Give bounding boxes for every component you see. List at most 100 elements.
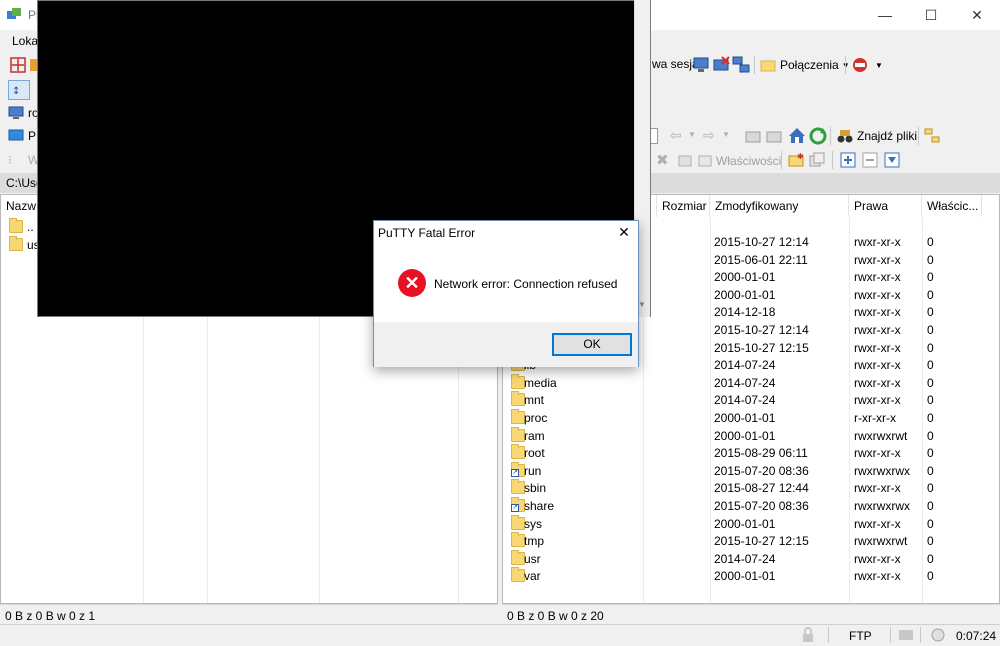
- table-row[interactable]: ram 2000-01-01 rwxrwxrwt 0: [503, 426, 999, 446]
- select-all-icon[interactable]: [840, 152, 856, 171]
- file-owner: 0: [927, 270, 934, 285]
- file-owner: 0: [927, 411, 934, 425]
- file-modified: 2014-07-24: [714, 375, 776, 390]
- refresh-icon[interactable]: [809, 127, 827, 148]
- properties-button[interactable]: Właściwości: [698, 153, 781, 169]
- dialog-message: Network error: Connection refused: [434, 277, 618, 291]
- new-folder-icon[interactable]: ✱: [788, 152, 804, 171]
- folder-icon: [511, 409, 525, 424]
- remote-col-owner[interactable]: Właścic...: [922, 195, 982, 217]
- close-button[interactable]: ✕: [954, 0, 1000, 30]
- folder-icon: [511, 567, 525, 583]
- remote-col-size-label: Rozmiar: [662, 199, 707, 213]
- file-owner: 0: [927, 305, 934, 320]
- find-files-button[interactable]: Znajdź pliki: [837, 128, 917, 144]
- file-rights: rwxrwxrwx: [854, 463, 910, 478]
- file-modified: 2015-10-27 12:14: [714, 235, 809, 249]
- file-name: ram: [524, 428, 545, 443]
- file-modified: 2015-10-27 12:15: [714, 340, 809, 355]
- file-rights: rwxrwxrwt: [854, 534, 908, 549]
- home-icon[interactable]: [788, 127, 806, 148]
- scroll-down-icon[interactable]: ▼: [638, 300, 646, 309]
- table-row[interactable]: sys 2000-01-01 rwxr-xr-x 0: [503, 514, 999, 534]
- remote-status-bar: 0 B z 0 B w 0 z 20: [502, 604, 1000, 624]
- tree-view-icon[interactable]: [924, 128, 940, 147]
- delete-icon[interactable]: ✖: [656, 151, 669, 169]
- file-modified: 2014-07-24: [714, 393, 776, 408]
- table-row[interactable]: ↗ share 2015-07-20 08:36 rwxrwxrwx 0: [503, 497, 999, 516]
- table-row[interactable]: sbin 2015-08-27 12:44 rwxr-xr-x 0: [503, 479, 999, 498]
- forward-dropdown-icon[interactable]: ▼: [722, 130, 730, 139]
- remote-col-rights[interactable]: Prawa: [849, 195, 922, 217]
- unselect-icon[interactable]: [862, 152, 878, 171]
- dialog-close-button[interactable]: ✕: [616, 224, 632, 240]
- folder-icon: [511, 391, 525, 407]
- copy-files-icon[interactable]: [809, 152, 825, 171]
- parent-dir-icon[interactable]: [745, 128, 761, 147]
- file-name: media: [524, 375, 557, 390]
- table-row[interactable]: var 2000-01-01 rwxr-xr-x 0: [503, 567, 999, 586]
- file-modified: 2000-01-01: [714, 569, 776, 584]
- file-owner: 0: [927, 481, 934, 496]
- computer-icon[interactable]: [692, 56, 710, 77]
- remote-col-owner-label: Właścic...: [927, 199, 979, 213]
- table-row[interactable]: mnt 2014-07-24 rwxr-xr-x 0: [503, 391, 999, 410]
- filter-icon[interactable]: [884, 152, 900, 171]
- back-arrow-icon[interactable]: ⇦: [670, 127, 682, 144]
- file-owner: 0: [927, 569, 934, 584]
- folder-icon: [511, 479, 525, 495]
- local-menu[interactable]: Loka: [12, 34, 38, 48]
- file-rights: rwxr-xr-x: [854, 358, 901, 373]
- rename-icon[interactable]: [677, 152, 693, 171]
- file-owner: 0: [927, 516, 934, 531]
- bottom-status-bar: FTP 0:07:24: [0, 624, 1000, 644]
- svg-text:↕: ↕: [12, 86, 20, 97]
- compare-dirs-icon[interactable]: ↕: [8, 80, 30, 100]
- forward-arrow-icon[interactable]: ⇨: [703, 127, 715, 144]
- folder-icon: [511, 514, 525, 530]
- ok-button[interactable]: OK: [552, 333, 632, 356]
- file-name: share: [524, 499, 555, 513]
- remote-col-modified[interactable]: Zmodyfikowany: [710, 195, 849, 217]
- clock-icon: [930, 627, 946, 646]
- file-owner: 0: [927, 252, 934, 267]
- toolbar-separator: [845, 56, 846, 74]
- file-name: ..: [27, 220, 34, 234]
- file-owner: 0: [927, 551, 934, 566]
- table-row[interactable]: ↗ run 2015-07-20 08:36 rwxrwxrwx 0: [503, 461, 999, 481]
- status-separator: [828, 627, 829, 643]
- transfer-settings-button[interactable]: ▼: [852, 57, 883, 73]
- file-rights: r-xr-xr-x: [854, 411, 896, 425]
- file-owner: 0: [927, 463, 934, 478]
- local-col-name-label: Nazw: [6, 199, 37, 213]
- file-modified: 2000-01-01: [714, 411, 776, 425]
- folder-icon: [511, 373, 525, 389]
- disconnect-icon[interactable]: [712, 56, 730, 77]
- network-icon[interactable]: [732, 56, 750, 77]
- file-modified: 2015-08-27 12:44: [714, 481, 809, 496]
- status-separator: [890, 627, 891, 643]
- synchronize-icon[interactable]: [10, 57, 26, 76]
- table-row[interactable]: tmp 2015-10-27 12:15 rwxrwxrwt 0: [503, 532, 999, 551]
- table-row[interactable]: root 2015-08-29 06:11 rwxr-xr-x 0: [503, 444, 999, 463]
- back-dropdown-icon[interactable]: ▼: [688, 130, 696, 139]
- table-row[interactable]: proc 2000-01-01 r-xr-xr-x 0: [503, 409, 999, 428]
- file-rights: rwxr-xr-x: [854, 340, 901, 355]
- table-row[interactable]: usr 2014-07-24 rwxr-xr-x 0: [503, 549, 999, 569]
- remote-col-modified-label: Zmodyfikowany: [715, 199, 799, 213]
- root-dir-icon[interactable]: [766, 128, 782, 147]
- minimize-button[interactable]: —: [862, 0, 908, 30]
- file-modified: 2000-01-01: [714, 428, 776, 443]
- remote-col-size[interactable]: Rozmiar: [657, 195, 710, 217]
- dialog-title: PuTTY Fatal Error: [378, 226, 476, 240]
- maximize-button[interactable]: ☐: [908, 0, 954, 30]
- table-row[interactable]: media 2014-07-24 rwxr-xr-x 0: [503, 373, 999, 393]
- remote-path-dropdown[interactable]: [650, 128, 658, 144]
- error-icon: ✕: [398, 269, 426, 297]
- dialog-body: ✕ Network error: Connection refused: [374, 245, 638, 322]
- file-name: run: [524, 463, 542, 478]
- connections-button[interactable]: Połączenia ▼: [760, 57, 850, 73]
- file-rights: rwxr-xr-x: [854, 375, 901, 390]
- file-name: sys: [524, 516, 542, 531]
- file-rights: rwxr-xr-x: [854, 270, 901, 285]
